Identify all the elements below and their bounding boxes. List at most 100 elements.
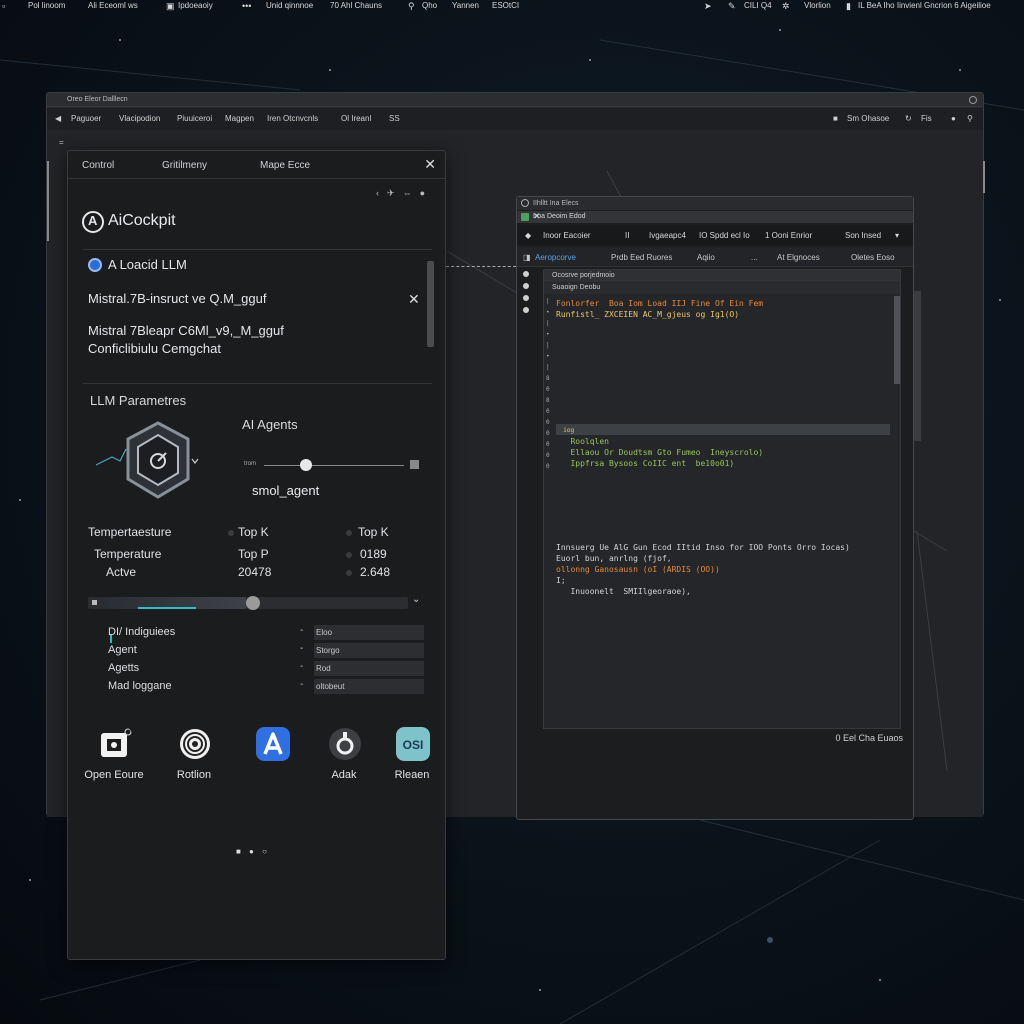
gear-icon[interactable]: ✲ [782, 1, 790, 12]
chevron-down-icon[interactable]: ⌄ [412, 594, 420, 605]
status-item[interactable]: CILI Q4 [744, 1, 772, 10]
toolbar-item[interactable]: Inoor Eacoier [543, 231, 591, 240]
search-icon[interactable]: ⚲ [408, 1, 415, 12]
agent-slider[interactable]: trom [244, 457, 420, 473]
parameter-slider[interactable]: ⌄ [88, 594, 424, 611]
list-item[interactable]: Agent - Storgo [108, 643, 424, 659]
toolbar-item[interactable]: 1 Ooni Enrior [765, 231, 812, 240]
agent-hexagon-icon [96, 421, 199, 499]
page-indicator[interactable]: ■ ● ○ [236, 847, 270, 856]
apple-menu-icon[interactable]: ▫ [2, 1, 5, 11]
settings-icon[interactable]: ● [420, 188, 433, 198]
dropdown-icon[interactable]: ▾ [895, 231, 899, 240]
model-item[interactable]: Mistral 7Bleapr C6Ml_v9,_M_gguf [88, 323, 284, 338]
window-control-icon[interactable] [969, 96, 977, 104]
code-window-title: IIhlltt Ina Elecs [533, 200, 579, 207]
tab-active[interactable]: Aeropcorve [535, 253, 576, 262]
tab[interactable]: Prdb Eed Ruores [611, 253, 672, 262]
pin-icon[interactable]: ✈ [387, 188, 403, 198]
explorer-icon[interactable] [523, 271, 529, 277]
open-source-icon [101, 728, 132, 757]
app-rleaen[interactable]: OSI Rleaen [382, 727, 442, 787]
loaded-llm-label: A Loacid LLM [108, 257, 187, 272]
param-value: 2.648 [360, 565, 391, 579]
toolbar-item[interactable]: Iren Otcnvcnls [267, 114, 318, 123]
menu-item[interactable]: ESOtCI [492, 1, 519, 10]
slider-end-box [410, 460, 419, 469]
toolbar-item[interactable]: Paguoer [71, 114, 101, 123]
menu-item[interactable]: Qho [422, 1, 437, 10]
list-item[interactable]: Mad loggane - oltobeut [108, 679, 424, 695]
editor-subheader: Suaoign Deobu [544, 283, 900, 294]
tab[interactable]: ... [751, 253, 758, 262]
toolbar-item[interactable]: Vlacipodion [119, 114, 160, 123]
tab[interactable]: Aqiio [697, 253, 715, 262]
search-icon[interactable] [523, 283, 529, 289]
bullet-icon [346, 570, 352, 576]
location-icon: ➤ [704, 1, 712, 11]
more-icon[interactable]: ••• [242, 1, 251, 11]
window-icon [521, 199, 529, 207]
list-item[interactable]: DI/ Indiguiees - Eloo [108, 625, 424, 641]
scrollbar[interactable] [427, 261, 434, 347]
app-label: Adak [331, 769, 357, 781]
remove-model-icon[interactable]: ✕ [408, 291, 420, 308]
status-item[interactable]: IL BeA Iho Iinvienl Gncrion 6 Aigeilioe [858, 1, 991, 10]
expand-icon[interactable]: ⇔ [403, 188, 420, 198]
toolbar-item[interactable]: Magpen [225, 114, 254, 123]
list-item-value[interactable]: Storgo [314, 643, 424, 658]
toolbar-item[interactable]: Ivgaeapc4 [649, 231, 686, 240]
back-icon[interactable]: ‹ [376, 188, 387, 198]
toolbar-item[interactable]: SS [389, 114, 400, 123]
search-icon[interactable]: ⚲ [967, 114, 973, 123]
source-control-icon[interactable] [523, 295, 529, 301]
list-item-value[interactable]: oltobeut [314, 679, 424, 694]
close-icon[interactable]: ✕ [424, 156, 436, 173]
refresh-icon[interactable]: ↻ [905, 114, 912, 123]
lock-icon: ■ [833, 114, 838, 123]
tab-gritilmeny[interactable]: Gritilmeny [162, 160, 207, 171]
menu-item[interactable]: Unid qinnnoe [266, 1, 313, 10]
toolbar-item[interactable]: Ol Ireanl [341, 114, 371, 123]
loaded-radio[interactable] [88, 258, 102, 272]
editor-scrollbar[interactable] [894, 296, 900, 384]
debug-icon[interactable] [523, 307, 529, 313]
model-item[interactable]: Conficlibiulu Cemgchat [88, 341, 221, 356]
list-item-dash: - [300, 625, 304, 636]
code-editor[interactable]: Ocosrve porjedmoio Suaoign Deobu | • | •… [543, 269, 901, 729]
code-line: Ippfrsa Bysoos CoIIC ent be10o01) [556, 459, 735, 468]
navigate-icon[interactable]: ◆ [525, 231, 531, 240]
close-icon[interactable]: ✕ [533, 211, 909, 222]
menu-item[interactable]: Ali Eceoml ws [88, 1, 138, 10]
toolbar-item[interactable]: Piuuiceroi [177, 114, 212, 123]
slider-knob[interactable] [246, 596, 260, 610]
app-a[interactable] [242, 727, 302, 787]
tab-control[interactable]: Control [82, 160, 114, 171]
menu-item[interactable]: Yannen [452, 1, 479, 10]
slider-knob[interactable] [300, 459, 312, 471]
app-rotlion[interactable]: Rotlion [164, 727, 224, 787]
toolbar-item[interactable]: Son Insed [845, 231, 881, 240]
list-item-value[interactable]: Rod [314, 661, 424, 676]
menu-item[interactable]: 70 Ahl Chauns [330, 1, 382, 10]
list-item-value[interactable]: Eloo [314, 625, 424, 640]
toolbar-item[interactable]: Sm Ohasoe [847, 114, 889, 123]
toolbar-item[interactable]: II [625, 231, 629, 240]
model-item-active[interactable]: Mistral.7B-insruct ve Q.M_gguf [88, 291, 266, 306]
status-item[interactable]: Vlorlion [804, 1, 831, 10]
tab[interactable]: At Elgnoces [777, 253, 820, 262]
toolbar-item[interactable]: Fis [921, 114, 932, 123]
back-icon[interactable]: ◀ [55, 114, 61, 123]
tab-mape-ecce[interactable]: Mape Ecce [260, 160, 310, 171]
tab[interactable]: Oletes Eoso [851, 253, 895, 262]
app-open-eoure[interactable]: Open Eoure [84, 727, 144, 787]
app-adak[interactable]: Adak [314, 727, 374, 787]
toolbar-item[interactable]: IO Spdd ecl Io [699, 231, 750, 240]
tab-icon: ◨ [523, 253, 531, 262]
app-icon [521, 213, 529, 221]
list-item-label: DI/ Indiguiees [108, 626, 176, 638]
menu-item[interactable]: Ipdoeaoiy [178, 1, 213, 10]
slider-track[interactable] [264, 465, 404, 466]
menu-item[interactable]: Pol linoom [28, 1, 65, 10]
list-item[interactable]: Agetts - Rod [108, 661, 424, 677]
